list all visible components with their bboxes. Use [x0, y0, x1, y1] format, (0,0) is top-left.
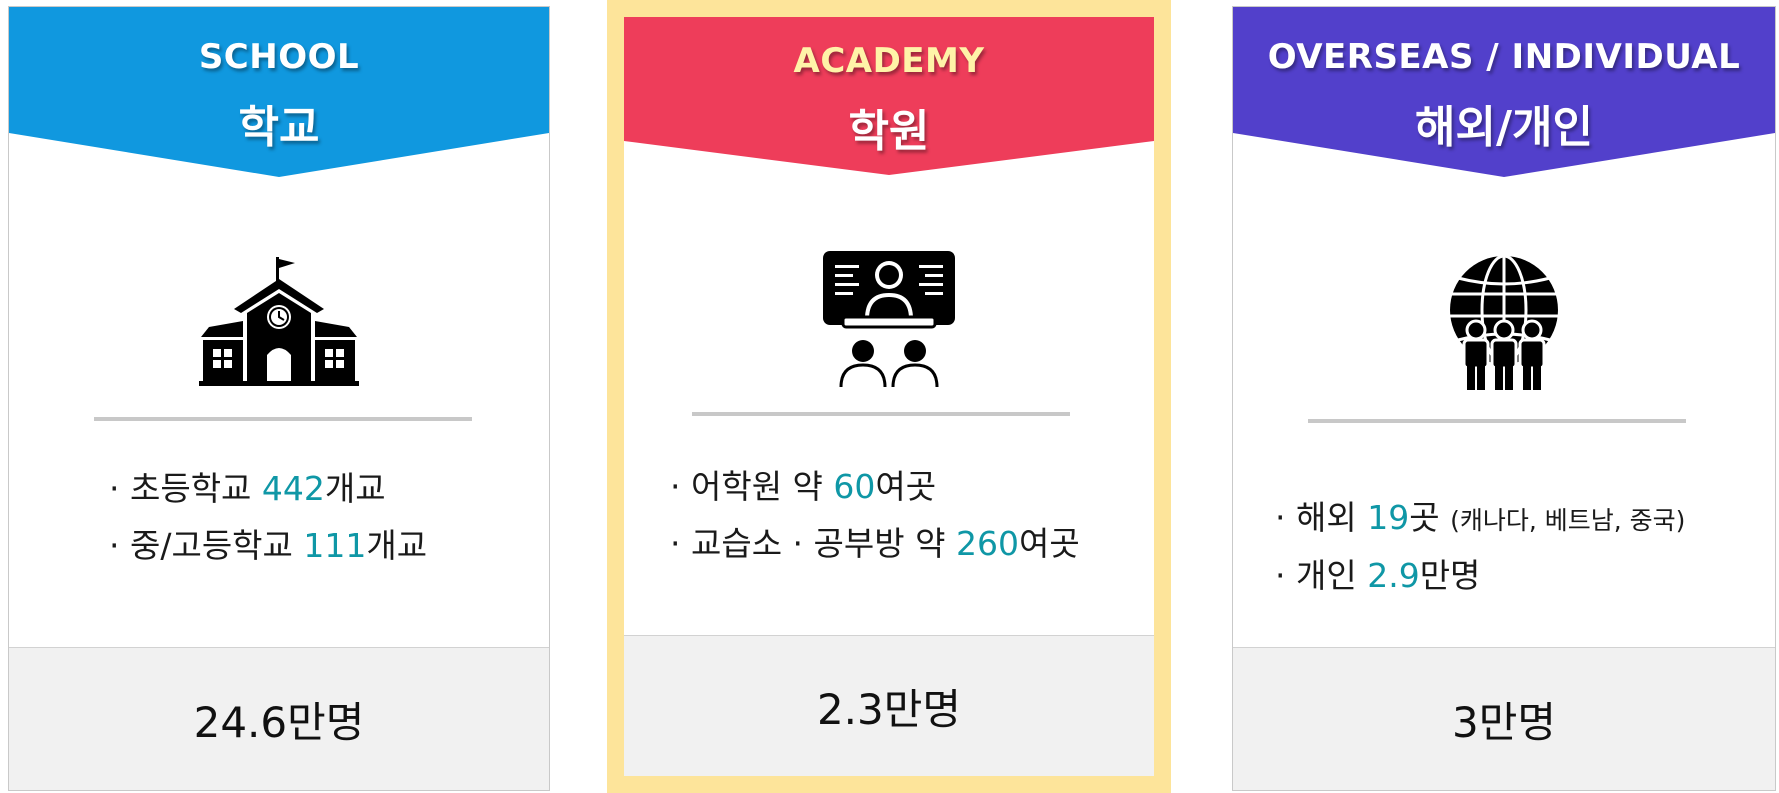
school-stat-secondary: · 중/고등학교 111개교 [109, 526, 428, 565]
school-banner: SCHOOL 학교 [9, 7, 549, 179]
school-stat-elementary: · 초등학교 442개교 [109, 469, 386, 508]
overseas-stat-individual: · 개인 2.9만명 [1275, 556, 1481, 595]
globe-people-icon [1450, 254, 1558, 390]
academy-card: ACADEMY 학원 · 어학원 약 60여곳 · 교습소 · 공부방 약 26… [607, 0, 1171, 793]
school-card: SCHOOL 학교 · 초등학교 442개교 · 중/고등학교 111개교 24… [8, 6, 550, 791]
academy-title-ko: 학원 [848, 106, 930, 157]
overseas-banner: OVERSEAS / INDIVIDUAL 해외/개인 [1233, 7, 1775, 179]
overseas-title-en: OVERSEAS / INDIVIDUAL [1267, 37, 1741, 77]
academy-total: 2.3만명 [624, 635, 1154, 776]
school-title-en: SCHOOL [198, 37, 360, 77]
academy-divider [692, 412, 1070, 416]
overseas-card: OVERSEAS / INDIVIDUAL 해외/개인 · 해외 19곳 (캐나… [1232, 6, 1776, 791]
school-title-ko: 학교 [238, 102, 320, 153]
overseas-stat-abroad: · 해외 19곳 (캐나다, 베트남, 중국) [1275, 498, 1686, 537]
academy-title-en: ACADEMY [793, 41, 985, 81]
overseas-total: 3만명 [1233, 647, 1775, 790]
academy-banner: ACADEMY 학원 [624, 17, 1154, 177]
overseas-title-ko: 해외/개인 [1415, 102, 1593, 153]
academy-stat-language: · 어학원 약 60여곳 [670, 467, 937, 506]
academy-stat-tutoring: · 교습소 · 공부방 약 260여곳 [670, 524, 1080, 563]
school-building-icon [199, 257, 359, 386]
overseas-countries-note: (캐나다, 베트남, 중국) [1450, 506, 1686, 535]
school-total: 24.6만명 [9, 647, 549, 790]
classroom-teacher-icon [823, 251, 955, 388]
overseas-divider [1308, 419, 1686, 423]
school-divider [94, 417, 472, 421]
